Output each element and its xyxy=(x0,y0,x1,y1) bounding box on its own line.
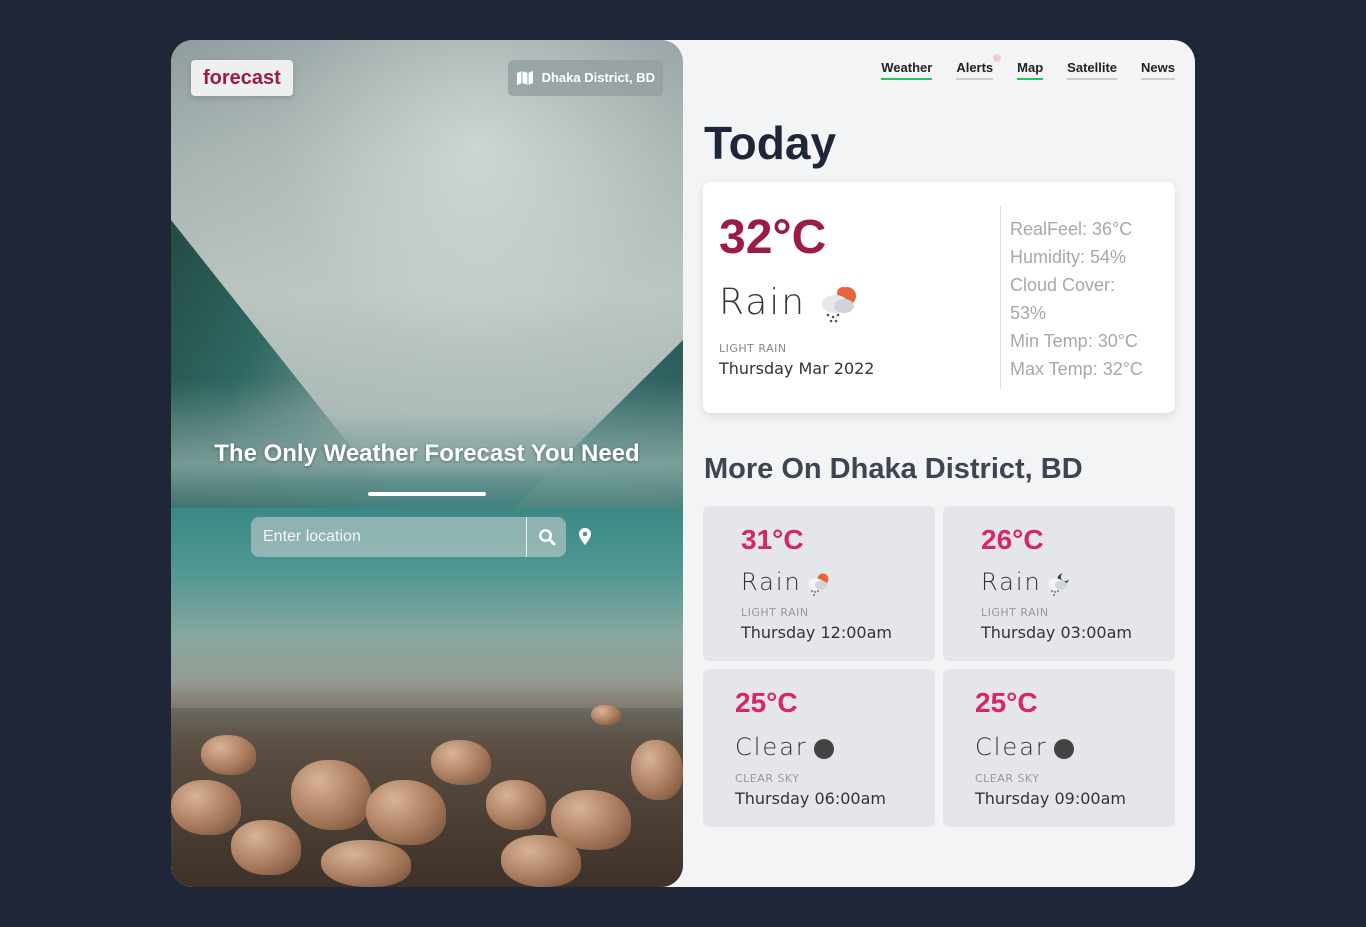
realfeel: RealFeel: 36°C xyxy=(1010,219,1133,239)
map-icon xyxy=(516,71,533,85)
rain-cloud-icon xyxy=(808,573,829,596)
location-chip[interactable]: Dhaka District, BD xyxy=(507,60,663,96)
min-temp: Min Temp: 30°C xyxy=(1010,331,1138,351)
top-nav: Weather Alerts Map Satellite News xyxy=(881,54,1175,80)
today-description: LIGHT RAIN xyxy=(719,342,787,355)
search-icon xyxy=(538,529,555,546)
nav-alerts-label: Alerts xyxy=(956,60,994,75)
card-divider xyxy=(1000,206,1001,389)
today-details: RealFeel: 36°C Humidity: 54% Cloud Cover… xyxy=(1010,215,1160,383)
search-button[interactable] xyxy=(526,517,566,557)
forecast-card[interactable]: 25°C Clear CLEAR SKY Thursday 09:00am xyxy=(943,669,1175,827)
forecast-condition: Clear xyxy=(735,733,808,761)
forecast-description: LIGHT RAIN xyxy=(741,606,809,619)
nav-news[interactable]: News xyxy=(1141,60,1175,80)
forecast-temperature: 25°C xyxy=(975,687,1038,718)
alert-dot xyxy=(993,54,1002,62)
forecast-description: CLEAR SKY xyxy=(975,772,1040,785)
hero-panel: forecast Dhaka District, BD The Only Wea… xyxy=(171,40,683,887)
moon-icon xyxy=(814,739,834,759)
today-condition: Rain xyxy=(719,282,807,323)
map-pin-icon[interactable] xyxy=(576,527,594,547)
rock xyxy=(171,780,241,835)
forecast-card[interactable]: 26°C Rain LIGHT RAIN Thursday 03:00am xyxy=(943,506,1175,661)
nav-map[interactable]: Map xyxy=(1017,60,1044,80)
tagline-underline xyxy=(368,492,486,496)
rock xyxy=(591,705,621,725)
location-chip-label: Dhaka District, BD xyxy=(541,70,655,85)
forecast-condition: Rain xyxy=(741,568,802,596)
forecast-time: Thursday 06:00am xyxy=(735,789,886,808)
today-date: Thursday Mar 2022 xyxy=(719,359,875,378)
forecast-time: Thursday 03:00am xyxy=(981,623,1132,642)
hero-tagline: The Only Weather Forecast You Need xyxy=(214,440,640,467)
rock xyxy=(231,820,301,875)
search-bar xyxy=(251,517,566,557)
forecast-condition: Clear xyxy=(975,733,1048,761)
today-heading: Today xyxy=(704,117,837,169)
rock xyxy=(321,840,411,887)
cloud-cover-value: 53% xyxy=(1010,303,1047,323)
moon-icon xyxy=(1054,739,1074,759)
forecast-description: LIGHT RAIN xyxy=(981,606,1049,619)
forecast-temperature: 31°C xyxy=(741,524,804,555)
max-temp: Max Temp: 32°C xyxy=(1010,359,1143,379)
search-input[interactable] xyxy=(251,517,526,557)
rain-cloud-icon xyxy=(822,287,856,323)
more-heading: More On Dhaka District, BD xyxy=(704,453,1083,485)
rock xyxy=(366,780,446,845)
nav-satellite[interactable]: Satellite xyxy=(1067,60,1118,80)
rock xyxy=(631,740,683,800)
forecast-card[interactable]: 25°C Clear CLEAR SKY Thursday 06:00am xyxy=(703,669,935,827)
app-window: forecast Dhaka District, BD The Only Wea… xyxy=(171,40,1195,887)
forecast-time: Thursday 09:00am xyxy=(975,789,1126,808)
cloud-cover: Cloud Cover: xyxy=(1010,275,1116,295)
today-temperature: 32°C xyxy=(719,211,827,264)
rain-cloud-night-icon xyxy=(1048,572,1070,596)
rock xyxy=(291,760,371,830)
rock xyxy=(486,780,546,830)
nav-alerts[interactable]: Alerts xyxy=(956,54,1002,80)
rock xyxy=(501,835,581,887)
forecast-temperature: 25°C xyxy=(735,687,798,718)
humidity: Humidity: 54% xyxy=(1010,247,1127,267)
nav-weather[interactable]: Weather xyxy=(881,60,933,80)
forecast-time: Thursday 12:00am xyxy=(741,623,892,642)
forecast-description: CLEAR SKY xyxy=(735,772,800,785)
today-card: 32°C Rain LIGHT RAIN Thursday Mar 2022 R… xyxy=(703,182,1175,413)
rock xyxy=(201,735,256,775)
rock xyxy=(431,740,491,785)
forecast-condition: Rain xyxy=(981,568,1042,596)
forecast-temperature: 26°C xyxy=(981,524,1044,555)
forecast-card[interactable]: 31°C Rain LIGHT RAIN Thursday 12:00am xyxy=(703,506,935,661)
brand-logo[interactable]: forecast xyxy=(191,60,293,96)
